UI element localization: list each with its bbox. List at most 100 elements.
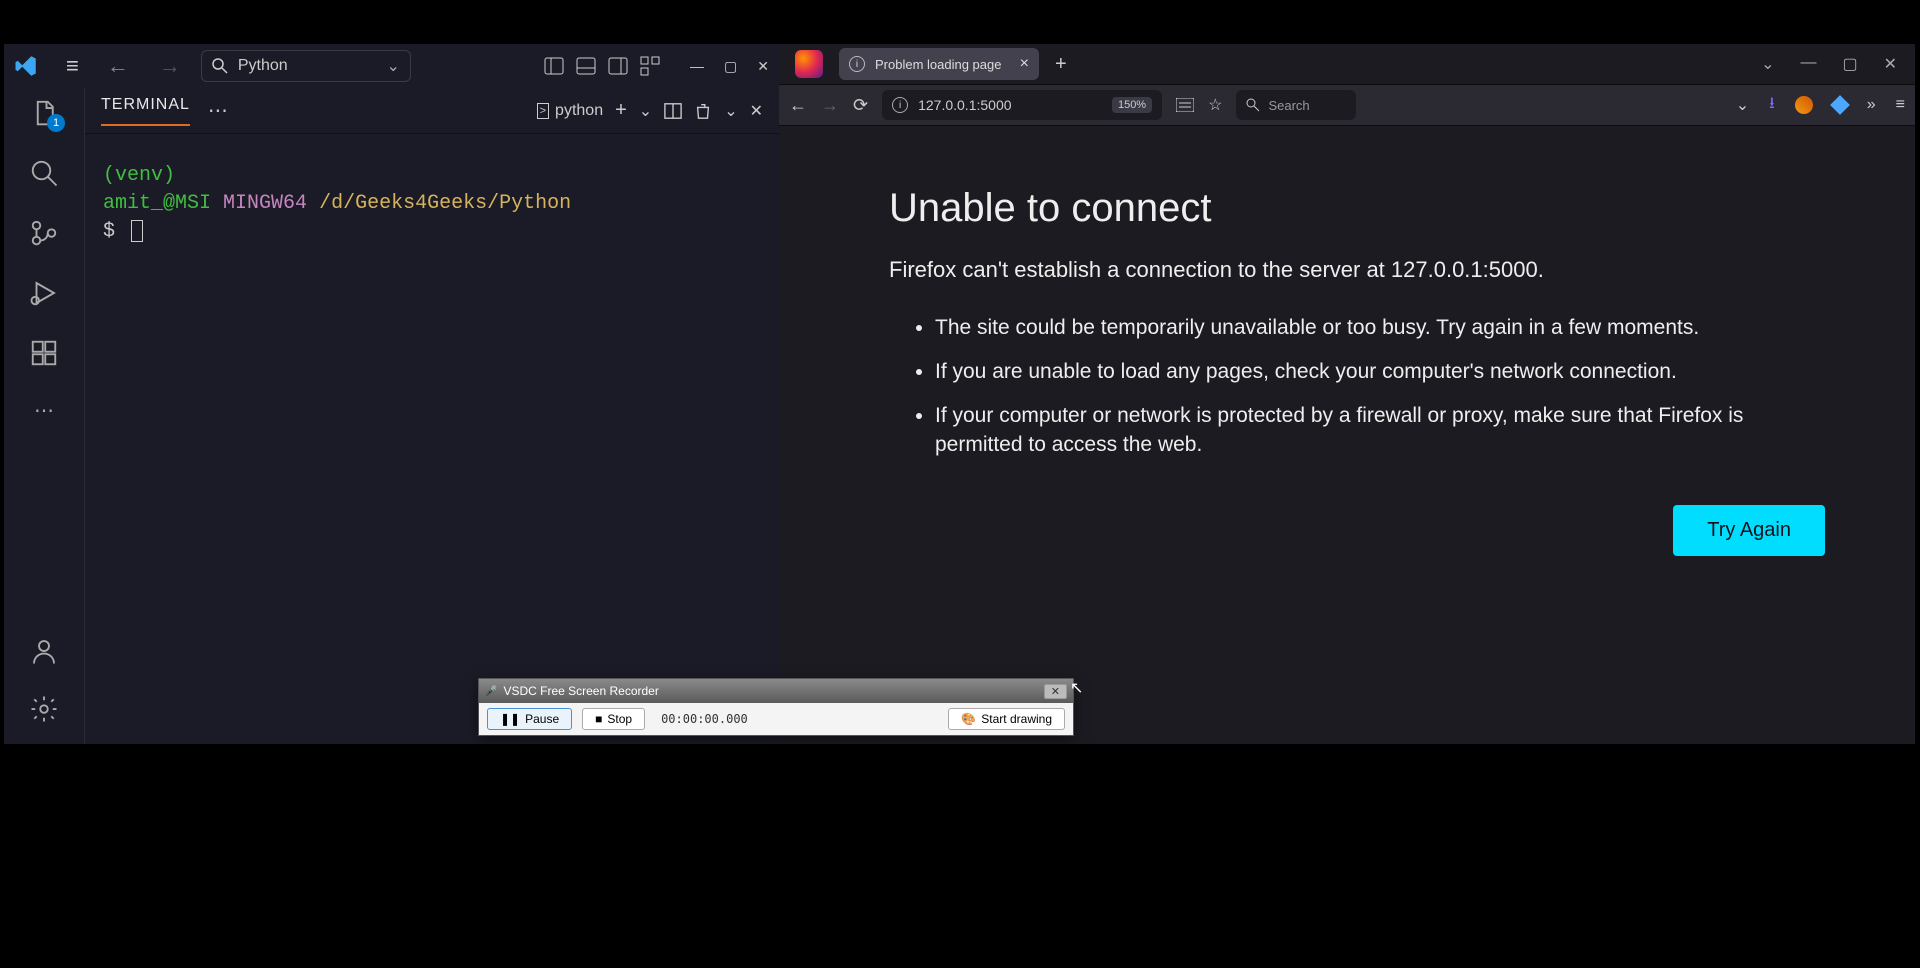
url-text: 127.0.0.1:5000 [918, 97, 1011, 113]
split-terminal-chevron-icon[interactable]: ⌄ [639, 101, 652, 121]
pause-icon: ❚❚ [500, 712, 520, 726]
reader-mode-icon[interactable] [1176, 98, 1194, 112]
firefox-tab-bar: i Problem loading page × + ⌄ — ▢ ✕ [779, 44, 1915, 84]
terminal-input-line: $ [103, 218, 761, 246]
terminal-chevron-icon[interactable]: ⌄ [724, 101, 737, 121]
url-input[interactable]: i 127.0.0.1:5000 150% [882, 90, 1162, 120]
layout-panel-bottom-icon[interactable] [576, 56, 596, 76]
vsdc-recorder-window: 🎤 VSDC Free Screen Recorder ✕ ❚❚ Pause ■… [478, 678, 1074, 736]
nav-forward-button[interactable]: → [149, 53, 191, 79]
search-activity-icon[interactable] [29, 158, 59, 188]
error-bullet: If your computer or network is protected… [935, 402, 1825, 459]
window-controls: — ▢ ✕ [690, 58, 769, 75]
vsdc-title-text: VSDC Free Screen Recorder [503, 684, 658, 698]
maximize-button[interactable]: ▢ [724, 58, 737, 75]
pause-label: Pause [525, 712, 559, 726]
vsdc-close-button[interactable]: ✕ [1044, 684, 1067, 699]
ff-forward-button[interactable]: → [821, 95, 839, 116]
drawing-label: Start drawing [981, 712, 1052, 726]
terminal-panel: TERMINAL ⋯ > python + ⌄ ⌄ ✕ [84, 88, 779, 744]
try-again-button[interactable]: Try Again [1673, 505, 1825, 556]
run-debug-icon[interactable] [29, 278, 59, 308]
site-info-icon[interactable]: i [892, 97, 908, 113]
shell-icon: > [537, 103, 549, 119]
layout-sidebar-left-icon[interactable] [544, 56, 564, 76]
error-bullet: The site could be temporarily unavailabl… [935, 314, 1825, 342]
source-control-icon[interactable] [29, 218, 59, 248]
start-drawing-button[interactable]: 🎨 Start drawing [948, 708, 1065, 730]
overflow-icon[interactable]: » [1867, 96, 1876, 114]
profile-icon[interactable] [1795, 96, 1813, 114]
close-tab-button[interactable]: × [1020, 55, 1029, 73]
layout-customize-icon[interactable] [640, 56, 660, 76]
new-tab-button[interactable]: + [1045, 53, 1077, 76]
ff-minimize-button[interactable]: — [1800, 54, 1816, 74]
stop-label: Stop [607, 712, 632, 726]
terminal-prompt-symbol: $ [103, 220, 115, 243]
search-input[interactable]: Search [1236, 90, 1356, 120]
terminal-venv-line: (venv) [103, 162, 761, 190]
layout-controls [544, 56, 660, 76]
tabs-dropdown-icon[interactable]: ⌄ [1761, 54, 1774, 74]
explorer-icon[interactable]: 1 [29, 98, 59, 128]
vscode-titlebar: ≡ ← → Python ⌄ — ▢ ✕ [4, 44, 779, 88]
error-bullet-list: The site could be temporarily unavailabl… [889, 314, 1825, 459]
extensions-icon[interactable] [29, 338, 59, 368]
menu-icon[interactable]: ≡ [58, 53, 87, 79]
terminal-cursor [131, 220, 143, 242]
terminal-shell-name: python [555, 102, 603, 120]
close-panel-button[interactable]: ✕ [750, 101, 763, 121]
extension-icon[interactable] [1830, 95, 1850, 115]
more-icon[interactable]: ⋯ [34, 398, 54, 423]
zoom-level[interactable]: 150% [1112, 97, 1152, 113]
terminal-tab[interactable]: TERMINAL [101, 96, 190, 126]
terminal-content[interactable]: (venv) amit_@MSI MINGW64 /d/Geeks4Geeks/… [85, 134, 779, 744]
settings-gear-icon[interactable] [29, 694, 59, 724]
terminal-tab-bar: TERMINAL ⋯ > python + ⌄ ⌄ ✕ [85, 88, 779, 134]
error-heading: Unable to connect [889, 186, 1825, 231]
vsdc-toolbar: ❚❚ Pause ■ Stop 00:00:00.000 🎨 Start dra… [479, 703, 1073, 735]
ff-search-icon [1246, 98, 1260, 112]
search-icon [212, 58, 228, 74]
terminal-user: amit_@MSI [103, 192, 211, 215]
ff-close-button[interactable]: ✕ [1884, 54, 1897, 74]
pocket-icon[interactable]: ⌄ [1736, 95, 1749, 115]
mic-icon: 🎤 [485, 686, 497, 697]
terminal-more-icon[interactable]: ⋯ [208, 98, 230, 123]
ff-reload-button[interactable]: ⟳ [853, 95, 868, 116]
terminal-path: /d/Geeks4Geeks/Python [319, 192, 571, 215]
vsdc-titlebar[interactable]: 🎤 VSDC Free Screen Recorder ✕ [479, 679, 1073, 703]
layout-sidebar-right-icon[interactable] [608, 56, 628, 76]
new-terminal-button[interactable]: + [615, 99, 627, 122]
firefox-logo-icon[interactable] [795, 50, 823, 78]
ff-back-button[interactable]: ← [789, 95, 807, 116]
error-bullet: If you are unable to load any pages, che… [935, 358, 1825, 386]
nav-back-button[interactable]: ← [97, 53, 139, 79]
bookmark-star-icon[interactable]: ☆ [1208, 95, 1222, 115]
downloads-icon[interactable]: ⭳ [1769, 92, 1775, 119]
ff-maximize-button[interactable]: ▢ [1842, 54, 1857, 74]
close-button[interactable]: ✕ [757, 58, 769, 75]
firefox-url-bar: ← → ⟳ i 127.0.0.1:5000 150% ☆ Search ⌄ ⭳… [779, 84, 1915, 126]
stop-icon: ■ [595, 712, 602, 726]
activity-bar: 1 ⋯ [4, 88, 84, 744]
kill-terminal-icon[interactable] [694, 102, 712, 120]
accounts-icon[interactable] [29, 636, 59, 666]
tab-title: Problem loading page [875, 57, 1001, 72]
search-title: Python [238, 57, 288, 75]
pause-button[interactable]: ❚❚ Pause [487, 708, 572, 730]
browser-tab[interactable]: i Problem loading page × [839, 48, 1039, 80]
terminal-prompt-line: amit_@MSI MINGW64 /d/Geeks4Geeks/Python [103, 190, 761, 218]
vscode-logo-icon [14, 54, 38, 78]
terminal-host: MINGW64 [223, 192, 307, 215]
tab-info-icon: i [849, 56, 865, 72]
command-center-search[interactable]: Python ⌄ [201, 50, 411, 82]
mouse-cursor-icon: ↖ [1070, 678, 1083, 698]
vscode-window: ≡ ← → Python ⌄ — ▢ ✕ [4, 44, 779, 744]
ff-menu-icon[interactable]: ≡ [1896, 96, 1905, 114]
split-terminal-icon[interactable] [664, 102, 682, 120]
firefox-window: i Problem loading page × + ⌄ — ▢ ✕ ← → ⟳… [779, 44, 1915, 744]
minimize-button[interactable]: — [690, 58, 704, 75]
stop-button[interactable]: ■ Stop [582, 708, 645, 730]
terminal-shell-selector[interactable]: > python [537, 102, 603, 120]
